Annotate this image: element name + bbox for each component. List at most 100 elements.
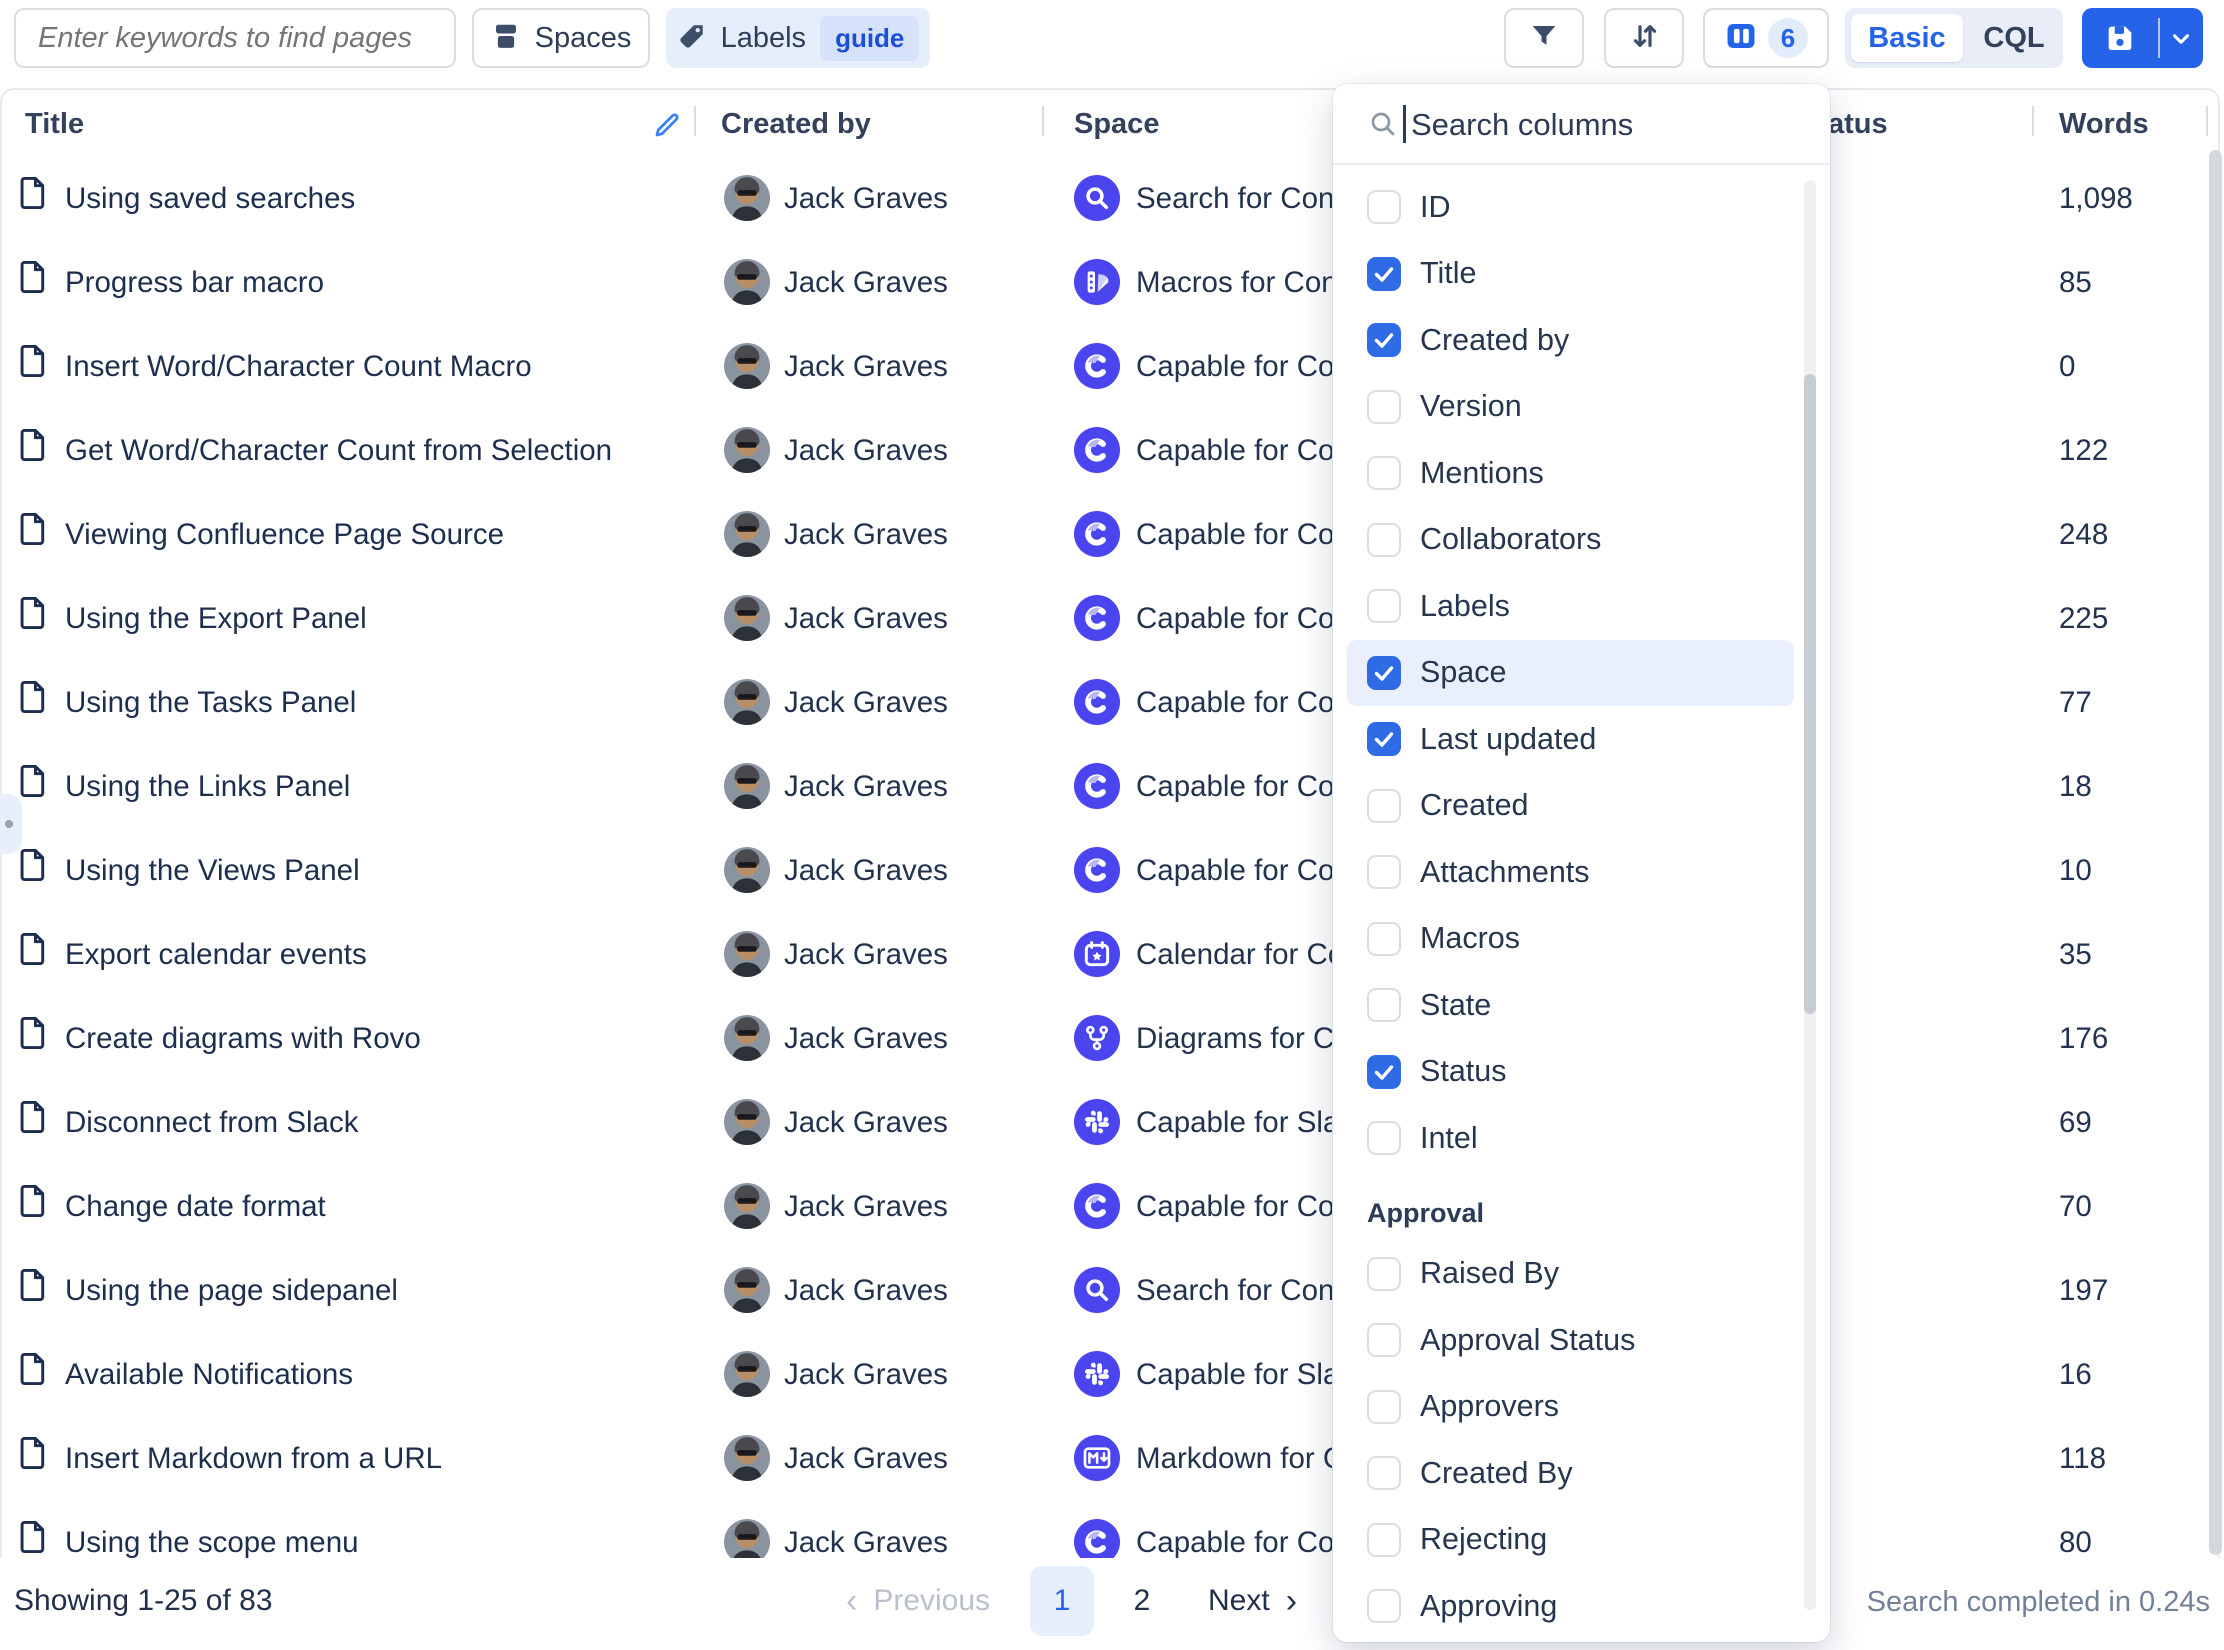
column-toggle-raised-by[interactable]: Raised By — [1347, 1241, 1794, 1308]
checkbox[interactable] — [1367, 589, 1401, 623]
checkbox[interactable] — [1367, 722, 1401, 756]
space-name[interactable]: Capable for Sla — [1136, 1358, 1339, 1392]
space-name[interactable]: Diagrams for C — [1136, 1022, 1334, 1056]
labels-filter-button[interactable]: Labels guide — [666, 8, 930, 68]
page-title-link[interactable]: Disconnect from Slack — [65, 1106, 358, 1140]
checkbox[interactable] — [1367, 1121, 1401, 1155]
sort-button[interactable] — [1604, 8, 1684, 68]
space-name[interactable]: Capable for Co — [1136, 1190, 1334, 1224]
column-toggle-created[interactable]: Created — [1347, 773, 1794, 840]
page-title-link[interactable]: Using the Links Panel — [65, 770, 350, 804]
header-divider[interactable] — [694, 106, 696, 136]
column-toggle-id[interactable]: ID — [1347, 174, 1794, 241]
page-title-link[interactable]: Using saved searches — [65, 182, 355, 216]
table-row[interactable]: Viewing Confluence Page Source Jack Grav… — [2, 492, 2218, 576]
column-toggle-version[interactable]: Version — [1347, 374, 1794, 441]
page-title-link[interactable]: Progress bar macro — [65, 266, 324, 300]
column-toggle-mentions[interactable]: Mentions — [1347, 440, 1794, 507]
page-title-link[interactable]: Export calendar events — [65, 938, 367, 972]
sidebar-drag-handle[interactable] — [0, 794, 22, 854]
checkbox[interactable] — [1367, 656, 1401, 690]
checkbox[interactable] — [1367, 1323, 1401, 1357]
page-title-link[interactable]: Create diagrams with Rovo — [65, 1022, 421, 1056]
chevron-down-icon[interactable] — [2168, 26, 2194, 57]
checkbox[interactable] — [1367, 390, 1401, 424]
space-name[interactable]: Search for Cont — [1136, 1274, 1343, 1308]
columns-search-field[interactable]: Search columns — [1333, 84, 1830, 163]
page-title-link[interactable]: Insert Word/Character Count Macro — [65, 350, 532, 384]
table-row[interactable]: Available Notifications Jack Graves Capa… — [2, 1332, 2218, 1416]
column-header-title[interactable]: Title — [25, 108, 84, 141]
label-chip-guide[interactable]: guide — [820, 16, 919, 61]
checkbox[interactable] — [1367, 1390, 1401, 1424]
space-name[interactable]: Capable for Co — [1136, 770, 1334, 804]
checkbox[interactable] — [1367, 855, 1401, 889]
column-toggle-approvers[interactable]: Approvers — [1347, 1374, 1794, 1441]
checkbox[interactable] — [1367, 1589, 1401, 1623]
column-header-space[interactable]: Space — [1074, 108, 1159, 141]
table-row[interactable]: Disconnect from Slack Jack Graves Capabl… — [2, 1080, 2218, 1164]
table-row[interactable]: Change date format Jack Graves Capable f… — [2, 1164, 2218, 1248]
table-row[interactable]: Using the Export Panel Jack Graves Capab… — [2, 576, 2218, 660]
page-title-link[interactable]: Viewing Confluence Page Source — [65, 518, 504, 552]
page-title-link[interactable]: Using the page sidepanel — [65, 1274, 398, 1308]
save-search-button[interactable] — [2082, 8, 2203, 68]
column-toggle-attachments[interactable]: Attachments — [1347, 839, 1794, 906]
column-toggle-space[interactable]: Space — [1347, 640, 1794, 707]
table-row[interactable]: Using the Views Panel Jack Graves Capabl… — [2, 828, 2218, 912]
column-toggle-labels[interactable]: Labels — [1347, 573, 1794, 640]
page-button-1[interactable]: 1 — [1030, 1566, 1094, 1636]
table-row[interactable]: Create diagrams with Rovo Jack Graves Di… — [2, 996, 2218, 1080]
space-name[interactable]: Calendar for Co — [1136, 938, 1344, 972]
previous-page-button[interactable]: ‹ Previous — [846, 1584, 990, 1618]
table-row[interactable]: Insert Markdown from a URL Jack Graves M… — [2, 1416, 2218, 1500]
column-toggle-approval-status[interactable]: Approval Status — [1347, 1307, 1794, 1374]
space-name[interactable]: Macros for Con — [1136, 266, 1338, 300]
page-button-2[interactable]: 2 — [1118, 1566, 1166, 1636]
column-toggle-intel[interactable]: Intel — [1347, 1105, 1794, 1172]
checkbox[interactable] — [1367, 456, 1401, 490]
space-name[interactable]: Capable for Sla — [1136, 1106, 1339, 1140]
checkbox[interactable] — [1367, 523, 1401, 557]
checkbox[interactable] — [1367, 988, 1401, 1022]
column-toggle-approving[interactable]: Approving — [1347, 1573, 1794, 1634]
column-toggle-title[interactable]: Title — [1347, 241, 1794, 308]
search-input[interactable] — [14, 8, 456, 68]
checkbox[interactable] — [1367, 1456, 1401, 1490]
table-row[interactable]: Progress bar macro Jack Graves Macros fo… — [2, 240, 2218, 324]
edit-title-icon[interactable] — [652, 110, 682, 145]
column-toggle-created-by[interactable]: Created by — [1347, 307, 1794, 374]
page-title-link[interactable]: Get Word/Character Count from Selection — [65, 434, 612, 468]
next-page-button[interactable]: Next › — [1208, 1584, 1297, 1618]
table-row[interactable]: Get Word/Character Count from Selection … — [2, 408, 2218, 492]
checkbox[interactable] — [1367, 257, 1401, 291]
table-row[interactable]: Export calendar events Jack Graves Calen… — [2, 912, 2218, 996]
page-title-link[interactable]: Using the scope menu — [65, 1526, 359, 1560]
mode-cql-tab[interactable]: CQL — [1969, 8, 2059, 68]
table-row[interactable]: Using the Tasks Panel Jack Graves Capabl… — [2, 660, 2218, 744]
column-header-words[interactable]: Words — [2059, 108, 2149, 141]
checkbox[interactable] — [1367, 789, 1401, 823]
page-title-link[interactable]: Using the Tasks Panel — [65, 686, 356, 720]
space-name[interactable]: Capable for Co — [1136, 686, 1334, 720]
table-row[interactable]: Insert Word/Character Count Macro Jack G… — [2, 324, 2218, 408]
table-row[interactable]: Using saved searches Jack Graves Search … — [2, 156, 2218, 240]
column-toggle-macros[interactable]: Macros — [1347, 906, 1794, 973]
panel-scrollbar-thumb[interactable] — [1804, 374, 1816, 1014]
page-title-link[interactable]: Using the Views Panel — [65, 854, 360, 888]
space-name[interactable]: Capable for Co — [1136, 518, 1334, 552]
space-name[interactable]: Capable for Co — [1136, 434, 1334, 468]
space-name[interactable]: Capable for Co — [1136, 854, 1334, 888]
space-name[interactable]: Capable for Co — [1136, 350, 1334, 384]
header-divider[interactable] — [2032, 106, 2034, 136]
column-toggle-state[interactable]: State — [1347, 972, 1794, 1039]
space-name[interactable]: Capable for Co — [1136, 602, 1334, 636]
table-row[interactable]: Using the Links Panel Jack Graves Capabl… — [2, 744, 2218, 828]
columns-button[interactable]: 6 — [1703, 8, 1829, 68]
checkbox[interactable] — [1367, 323, 1401, 357]
page-title-link[interactable]: Available Notifications — [65, 1358, 353, 1392]
header-divider[interactable] — [1042, 106, 1044, 136]
checkbox[interactable] — [1367, 1055, 1401, 1089]
column-header-created-by[interactable]: Created by — [721, 108, 871, 141]
mode-basic-tab[interactable]: Basic — [1851, 14, 1963, 62]
